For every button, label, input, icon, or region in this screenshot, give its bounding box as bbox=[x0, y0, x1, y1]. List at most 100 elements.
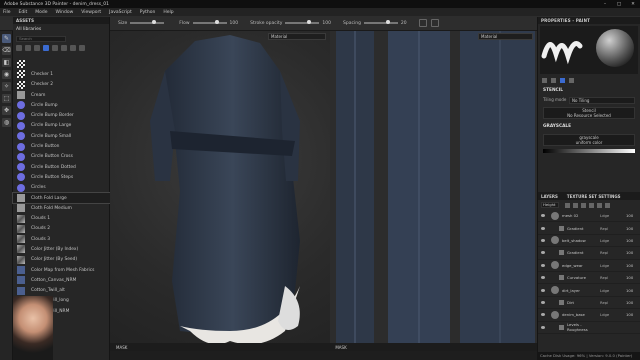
stroke-opacity-value[interactable]: 100 bbox=[322, 21, 331, 26]
asset-item[interactable]: Checker 2 bbox=[13, 80, 110, 90]
tab-texture-set-settings[interactable]: TEXTURE SET SETTINGS bbox=[567, 194, 621, 199]
filter-alphas-icon[interactable] bbox=[61, 44, 67, 51]
tab-layers[interactable]: LAYERS bbox=[541, 194, 558, 199]
visibility-eye-icon[interactable] bbox=[541, 238, 545, 242]
layer-blend-mode[interactable]: Ldge bbox=[600, 213, 626, 218]
layer-blend-mode[interactable]: Ldge bbox=[600, 238, 626, 243]
asset-item[interactable]: Circle Button Cross bbox=[13, 152, 110, 162]
layer-blend-mode[interactable]: Ldge bbox=[600, 312, 626, 317]
close-button[interactable]: ✕ bbox=[626, 2, 640, 7]
grayscale-slider[interactable] bbox=[543, 149, 635, 153]
grayscale-resource-slot[interactable]: grayscale uniform color bbox=[543, 134, 635, 146]
paint-brush-tool[interactable]: ✎ bbox=[2, 34, 11, 43]
layer-row[interactable]: dirt_layer Ldge 100 bbox=[538, 284, 640, 297]
menu-viewport[interactable]: Viewport bbox=[81, 10, 101, 15]
search-input[interactable] bbox=[16, 35, 66, 42]
visibility-eye-icon[interactable] bbox=[541, 214, 545, 218]
layer-opacity[interactable]: 100 bbox=[626, 250, 640, 255]
layer-row[interactable]: edge_wear Ldge 100 bbox=[538, 260, 640, 272]
spacing-value[interactable]: 20 bbox=[401, 21, 407, 26]
asset-item[interactable] bbox=[13, 59, 110, 69]
viewport-3d[interactable]: Material bbox=[110, 31, 330, 351]
picker-tool[interactable]: ◍ bbox=[2, 118, 11, 127]
menu-mode[interactable]: Mode bbox=[35, 10, 47, 15]
layer-row[interactable]: belt_shadow Ldge 100 bbox=[538, 235, 640, 248]
asset-item[interactable]: Circles bbox=[13, 183, 110, 193]
layer-opacity[interactable]: 100 bbox=[626, 312, 640, 317]
asset-item[interactable]: Cloth Fold Large bbox=[12, 191, 111, 205]
tiling-mode-select[interactable]: No Tiling bbox=[569, 97, 635, 104]
layer-blend-mode[interactable]: Repl bbox=[600, 275, 626, 280]
layer-row[interactable]: denim_base Ldge 100 bbox=[538, 309, 640, 322]
visibility-eye-icon[interactable] bbox=[541, 288, 545, 292]
asset-item[interactable]: Circle Button Dotted bbox=[13, 162, 110, 172]
menu-help[interactable]: Help bbox=[163, 10, 173, 15]
add-effect-icon[interactable] bbox=[565, 202, 570, 208]
layer-blend-mode[interactable]: Repl bbox=[600, 300, 626, 305]
layer-opacity[interactable]: 100 bbox=[626, 275, 640, 280]
visibility-eye-icon[interactable] bbox=[541, 276, 545, 280]
move-tool[interactable]: ✥ bbox=[2, 106, 11, 115]
maximize-button[interactable]: □ bbox=[612, 2, 626, 7]
visibility-eye-icon[interactable] bbox=[541, 325, 545, 329]
layer-opacity[interactable]: 100 bbox=[626, 263, 640, 268]
flow-control[interactable]: Flow 100 bbox=[179, 21, 238, 26]
asset-item[interactable]: Clouds 3 bbox=[13, 234, 110, 244]
eraser-tool[interactable]: ⌫ bbox=[2, 46, 11, 55]
visibility-eye-icon[interactable] bbox=[541, 300, 545, 304]
size-control[interactable]: Size bbox=[118, 21, 167, 26]
asset-item[interactable]: Color Jitter (By Seed) bbox=[13, 255, 110, 265]
layer-effect-row[interactable]: Levels - Roughness bbox=[538, 322, 640, 334]
minimize-button[interactable]: – bbox=[598, 2, 612, 7]
add-folder-icon[interactable] bbox=[597, 202, 602, 208]
menu-file[interactable]: File bbox=[3, 10, 11, 15]
add-fill-layer-icon[interactable] bbox=[581, 202, 586, 208]
delete-layer-icon[interactable] bbox=[605, 202, 610, 208]
asset-item[interactable]: Cotton_Twill_alt bbox=[13, 286, 110, 296]
layer-effect-row[interactable]: Curvature Repl 100 bbox=[538, 272, 640, 285]
asset-item[interactable]: Circle Bump Large bbox=[13, 121, 110, 131]
viewport-2d-mode-select[interactable]: Material bbox=[478, 33, 533, 40]
library-selector[interactable]: All libraries bbox=[13, 24, 109, 34]
filter-all-icon[interactable] bbox=[16, 44, 22, 51]
layer-blend-mode[interactable]: Repl bbox=[600, 226, 626, 231]
clone-tool[interactable]: ⬚ bbox=[2, 94, 11, 103]
asset-item[interactable]: Cloth Fold Medium bbox=[13, 203, 110, 213]
filter-filters-icon[interactable] bbox=[70, 44, 76, 51]
filter-brushes-icon[interactable] bbox=[52, 44, 58, 51]
add-mask-icon[interactable] bbox=[573, 202, 578, 208]
menu-python[interactable]: Python bbox=[140, 10, 156, 15]
stencil-tab-icon[interactable] bbox=[560, 78, 565, 83]
visibility-eye-icon[interactable] bbox=[541, 226, 545, 230]
layer-blend-mode[interactable]: Ldge bbox=[600, 263, 626, 268]
asset-item[interactable]: Cream bbox=[13, 90, 110, 100]
asset-item[interactable]: Color Map from Mesh Fabrics bbox=[13, 265, 110, 275]
spacing-control[interactable]: Spacing 20 bbox=[343, 21, 407, 26]
layer-effect-row[interactable]: Dirt Repl 100 bbox=[538, 297, 640, 310]
layer-row[interactable]: mesh 02 Ldge 100 bbox=[538, 210, 640, 223]
projection-tool[interactable]: ◧ bbox=[2, 58, 11, 67]
fill-tool[interactable]: ◉ bbox=[2, 70, 11, 79]
smudge-tool[interactable]: ✧ bbox=[2, 82, 11, 91]
visibility-eye-icon[interactable] bbox=[541, 251, 545, 255]
symmetry-icon[interactable] bbox=[418, 19, 427, 27]
asset-item[interactable]: Circle Bump Border bbox=[13, 110, 110, 120]
asset-item[interactable]: Cotton_Canvas_NRM bbox=[13, 275, 110, 285]
visibility-eye-icon[interactable] bbox=[541, 313, 545, 317]
layer-opacity[interactable]: 100 bbox=[626, 213, 640, 218]
asset-item[interactable]: Circle Bump bbox=[13, 100, 110, 110]
layer-blend-mode[interactable]: Repl bbox=[600, 250, 626, 255]
add-paint-layer-icon[interactable] bbox=[589, 202, 594, 208]
menu-edit[interactable]: Edit bbox=[19, 10, 28, 15]
layer-effect-row[interactable]: Gradient Repl 100 bbox=[538, 222, 640, 235]
filter-generators-icon[interactable] bbox=[79, 44, 85, 51]
spacing-slider[interactable] bbox=[363, 20, 398, 24]
filter-materials-icon[interactable] bbox=[25, 44, 31, 51]
asset-item[interactable]: Clouds 2 bbox=[13, 224, 110, 234]
channel-select[interactable]: Height bbox=[541, 202, 559, 208]
asset-item[interactable]: Color Jitter (By Index) bbox=[13, 244, 110, 254]
asset-item[interactable]: Circle Button bbox=[13, 141, 110, 151]
asset-item[interactable]: Checker 1 bbox=[13, 69, 110, 79]
layer-opacity[interactable]: 100 bbox=[626, 300, 640, 305]
visibility-eye-icon[interactable] bbox=[541, 263, 545, 267]
